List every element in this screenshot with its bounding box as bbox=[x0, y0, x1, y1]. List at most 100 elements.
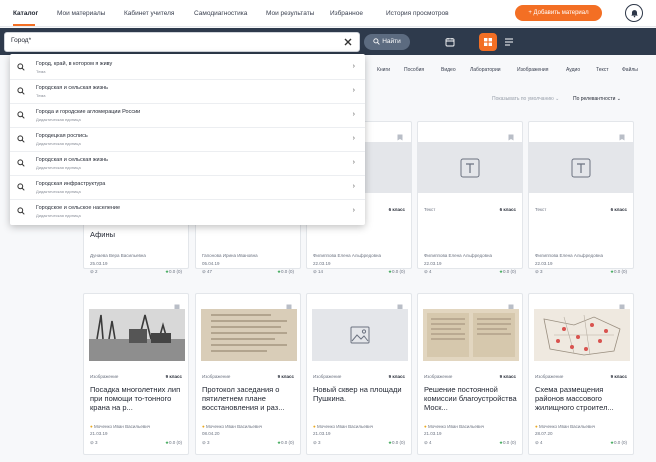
chevron-right-icon: › bbox=[352, 111, 355, 118]
card-rating: ★0.0 (0) bbox=[164, 269, 182, 274]
close-icon bbox=[344, 38, 352, 46]
card-downloads: ⊘ 4 bbox=[535, 440, 543, 445]
filter-books[interactable]: Книги bbox=[377, 67, 390, 73]
card-title: Решение постоянной комиссии благоустройс… bbox=[424, 385, 517, 412]
card-author: Дунаева Вера Васильевна bbox=[90, 253, 146, 258]
material-card[interactable]: Изображение 9 класс Решение постоянной к… bbox=[417, 293, 523, 455]
card-date: 08.04.20 bbox=[202, 431, 220, 436]
filter-images[interactable]: Изображения bbox=[517, 67, 548, 73]
filter-files[interactable]: Файлы bbox=[622, 67, 638, 73]
search-icon bbox=[17, 111, 25, 119]
card-class: 9 класс bbox=[499, 374, 516, 379]
list-icon bbox=[505, 38, 513, 46]
card-date: 22.03.19 bbox=[535, 261, 553, 266]
nav-catalog[interactable]: Каталог bbox=[13, 10, 38, 17]
material-card[interactable]: Текст 6 класс Филиппова Елена Альфредовн… bbox=[417, 121, 523, 274]
suggestion-item[interactable]: Городецкая роспись Дидактическая единица… bbox=[10, 128, 365, 152]
card-class: 9 класс bbox=[388, 374, 405, 379]
thumbnail-photo bbox=[89, 309, 185, 361]
card-author: Филиппова Елена Альфредовна bbox=[424, 253, 492, 258]
card-rating: ★0.0 (0) bbox=[498, 440, 516, 445]
nav-my-results[interactable]: Мои результаты bbox=[266, 10, 314, 17]
search-input[interactable]: Город* bbox=[11, 37, 31, 44]
card-author: ● Моченко Иван Васильевич bbox=[313, 424, 374, 429]
suggestion-title: Городецкая роспись bbox=[36, 133, 88, 139]
suggestion-item[interactable]: Города и городские агломерации России Ди… bbox=[10, 104, 365, 128]
suggestion-type: Дидактическая единица bbox=[36, 213, 81, 218]
search-icon bbox=[17, 159, 25, 167]
nav-teacher-cabinet[interactable]: Кабинет учителя bbox=[124, 10, 174, 17]
nav-favorites[interactable]: Избранное bbox=[330, 10, 363, 17]
suggestion-item[interactable]: Городская и сельская жизнь Дидактическая… bbox=[10, 152, 365, 176]
suggestion-type: Дидактическая единица bbox=[36, 165, 81, 170]
suggestion-type: Тема bbox=[36, 69, 46, 74]
active-tab-indicator bbox=[13, 24, 35, 26]
search-suggestions: Город, край, в котором я живу Тема › Гор… bbox=[10, 54, 365, 225]
card-rating: ★0.0 (0) bbox=[164, 440, 182, 445]
suggestion-type: Тема bbox=[36, 93, 46, 98]
suggestion-item[interactable]: Городская и сельская жизнь Тема › bbox=[10, 80, 365, 104]
search-icon bbox=[373, 38, 380, 45]
card-author: ● Моченко Иван Васильевич bbox=[535, 424, 596, 429]
filter-labs[interactable]: Лаборатории bbox=[470, 67, 501, 73]
search-field[interactable]: Город* bbox=[4, 32, 360, 52]
search-icon bbox=[17, 183, 25, 191]
clear-search-button[interactable] bbox=[342, 36, 354, 48]
card-title: Афины bbox=[90, 230, 115, 239]
suggestion-item[interactable]: Городское и сельское население Дидактиче… bbox=[10, 200, 365, 224]
card-downloads: ⊘ 3 bbox=[313, 440, 321, 445]
card-downloads: ⊘ 4 bbox=[424, 269, 432, 274]
filter-text[interactable]: Текст bbox=[596, 67, 609, 73]
card-type: Изображение bbox=[535, 374, 564, 379]
suggestion-item[interactable]: Город, край, в котором я живу Тема › bbox=[10, 56, 365, 80]
material-card[interactable]: Изображение 9 класс Новый сквер на площа… bbox=[306, 293, 412, 455]
card-downloads: ⊘ 3 bbox=[535, 269, 543, 274]
chevron-right-icon: › bbox=[352, 207, 355, 214]
list-view-button[interactable] bbox=[500, 33, 518, 51]
card-type: Изображение bbox=[202, 374, 231, 379]
sort-default[interactable]: Показывать по умолчанию ⌄ bbox=[492, 96, 559, 102]
card-author: ● Моченко Иван Васильевич bbox=[202, 424, 263, 429]
text-document-icon bbox=[460, 158, 480, 177]
filter-audio[interactable]: Аудио bbox=[566, 67, 580, 73]
card-class: 9 класс bbox=[165, 374, 182, 379]
suggestion-item[interactable]: Городская инфраструктура Дидактическая е… bbox=[10, 176, 365, 200]
material-card[interactable]: Текст 6 класс Филиппова Елена Альфредовн… bbox=[528, 121, 634, 274]
material-card[interactable]: Изображение 9 класс Посадка многолетних … bbox=[83, 293, 189, 455]
card-author: ● Моченко Иван Васильевич bbox=[90, 424, 151, 429]
card-type: Текст bbox=[535, 207, 547, 212]
card-downloads: ⊘ 3 bbox=[202, 440, 210, 445]
card-author: ● Моченко Иван Васильевич bbox=[424, 424, 485, 429]
sort-relevance[interactable]: По релевантности ⌄ bbox=[573, 96, 621, 102]
notifications-button[interactable] bbox=[625, 4, 643, 22]
nav-self-diagnostics[interactable]: Самодиагностика bbox=[194, 10, 247, 17]
card-class: 6 класс bbox=[388, 207, 405, 212]
card-author: Филиппова Елена Альфредовна bbox=[313, 253, 381, 258]
card-downloads: ⊘ 14 bbox=[313, 269, 324, 274]
card-class: 9 класс bbox=[610, 374, 627, 379]
card-downloads: ⊘ 4 bbox=[424, 440, 432, 445]
nav-my-materials[interactable]: Мои материалы bbox=[57, 10, 105, 17]
filter-manuals[interactable]: Пособия bbox=[404, 67, 424, 73]
filter-video[interactable]: Видео bbox=[441, 67, 456, 73]
card-class: 6 класс bbox=[499, 207, 516, 212]
nav-history[interactable]: История просмотров bbox=[386, 10, 449, 17]
card-downloads: ⊘ 3 bbox=[90, 440, 98, 445]
find-button[interactable]: Найти bbox=[364, 34, 410, 50]
suggestion-title: Город, край, в котором я живу bbox=[36, 61, 113, 67]
card-author: Филиппова Елена Альфредовна bbox=[535, 253, 603, 258]
card-date: 22.03.19 bbox=[424, 261, 442, 266]
card-class: 9 класс bbox=[277, 374, 294, 379]
material-card[interactable]: Изображение 9 класс Схема размещения рай… bbox=[528, 293, 634, 455]
add-material-button[interactable]: + Добавить материал bbox=[515, 5, 602, 21]
card-rating: ★0.0 (0) bbox=[609, 440, 627, 445]
grid-view-button[interactable] bbox=[479, 33, 497, 51]
material-card[interactable]: Изображение 9 класс Протокол заседания о… bbox=[195, 293, 301, 455]
text-document-icon bbox=[571, 158, 591, 177]
card-downloads: ⊘ 2 bbox=[90, 269, 98, 274]
card-type: Изображение bbox=[424, 374, 453, 379]
card-author: Гапонова Ирина Ивановна bbox=[202, 253, 258, 258]
card-title: Протокол заседания о пятилетнем плане во… bbox=[202, 385, 285, 412]
top-navigation: Каталог Мои материалы Кабинет учителя Са… bbox=[0, 0, 656, 27]
calendar-button[interactable] bbox=[441, 33, 459, 51]
